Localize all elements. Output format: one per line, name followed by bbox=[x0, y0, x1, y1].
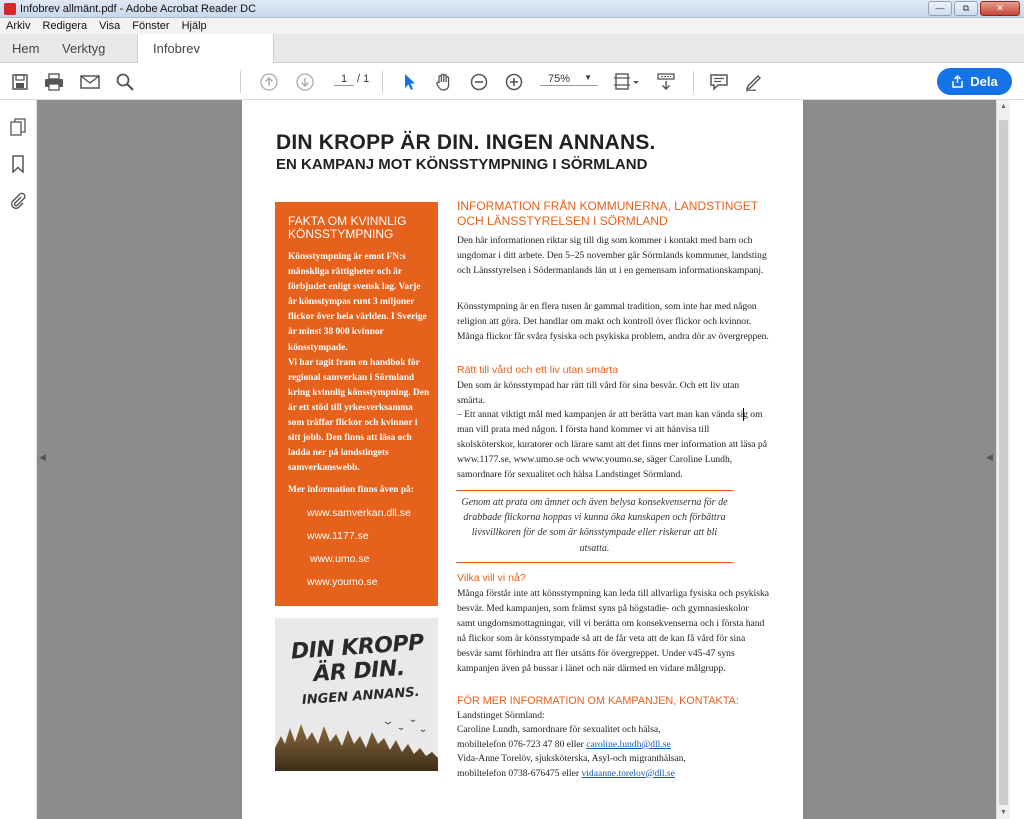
minimize-button[interactable]: — bbox=[928, 1, 952, 16]
contact-heading: FÖR MER INFORMATION OM KAMPANJEN, KONTAK… bbox=[457, 695, 739, 707]
scroll-up-icon[interactable]: ▲ bbox=[1000, 103, 1007, 110]
menu-redigera[interactable]: Redigera bbox=[42, 20, 87, 32]
document-subtitle: EN KAMPANJ MOT KÖNSSTYMPNING I SÖRMLAND bbox=[276, 156, 648, 173]
contact-1-phone-line: mobiltelefon 076-723 47 80 eller carolin… bbox=[457, 738, 671, 750]
search-icon[interactable] bbox=[115, 72, 135, 92]
menu-bar: Arkiv Redigera Visa Fönster Hjälp bbox=[0, 18, 1024, 34]
contact-org: Landstinget Sörmland: bbox=[457, 710, 545, 721]
vertical-scrollbar[interactable]: ▲ ▼ bbox=[996, 100, 1010, 819]
menu-fonster[interactable]: Fönster bbox=[132, 20, 169, 32]
share-label: Dela bbox=[970, 74, 998, 89]
facts-paragraph-2: Vi har tagit fram en handbok för regiona… bbox=[288, 357, 430, 474]
campaign-poster-image: DIN KROPP ÄR DIN. INGEN ANNANS. bbox=[275, 618, 438, 771]
zoom-in-icon[interactable] bbox=[504, 72, 524, 92]
comment-icon[interactable] bbox=[709, 72, 729, 92]
zoom-level-select[interactable]: 75% ▼ bbox=[540, 73, 598, 86]
right-pane-strip bbox=[1010, 100, 1024, 819]
collapse-right-pane-icon[interactable]: ◀ bbox=[986, 452, 993, 463]
menu-hjalp[interactable]: Hjälp bbox=[182, 20, 207, 32]
link-youmo[interactable]: www.youmo.se bbox=[307, 576, 378, 588]
page-fit-icon[interactable] bbox=[612, 72, 640, 92]
contact-1-name: Caroline Lundh, samordnare för sexualite… bbox=[457, 724, 661, 736]
rights-heading: Rätt till vård och ett liv utan smärta bbox=[457, 364, 619, 376]
goal-heading: Vilka vill vi nå? bbox=[457, 572, 526, 584]
window-controls: — ⧉ ✕ bbox=[928, 1, 1020, 16]
facts-box: FAKTA OM KVINNLIG KÖNSSTYMPNING Könsstym… bbox=[275, 202, 438, 606]
toolbar-separator bbox=[382, 71, 383, 93]
acrobat-app-icon bbox=[4, 2, 16, 15]
info-paragraph-1: Den här informationen riktar sig till di… bbox=[457, 235, 767, 276]
link-1177[interactable]: www.1177.se bbox=[307, 530, 369, 542]
tab-home[interactable]: Hem bbox=[12, 34, 39, 63]
sign-pen-icon[interactable] bbox=[744, 72, 764, 92]
contact-2-phone-line: mobiltelefon 0738-676475 eller vidaanne.… bbox=[457, 767, 675, 779]
save-icon[interactable] bbox=[10, 72, 30, 92]
menu-arkiv[interactable]: Arkiv bbox=[6, 20, 30, 32]
hand-tool-icon[interactable] bbox=[434, 72, 454, 92]
menu-visa[interactable]: Visa bbox=[99, 20, 120, 32]
mail-icon[interactable] bbox=[80, 72, 100, 92]
scroll-mode-icon[interactable] bbox=[656, 72, 676, 92]
attachment-icon[interactable] bbox=[9, 192, 27, 210]
print-icon[interactable] bbox=[44, 72, 64, 92]
toolbar: 1 / 1 75% ▼ Dela bbox=[0, 63, 1024, 100]
page-down-icon[interactable] bbox=[295, 72, 315, 92]
info-paragraph-2: Könsstympning är en flera tusen år gamma… bbox=[457, 301, 769, 342]
facts-body: Könsstympning är emot FN:s mänskliga rät… bbox=[288, 250, 430, 476]
link-umo[interactable]: www.umo.se bbox=[310, 553, 370, 565]
collapse-left-pane-icon[interactable]: ◀ bbox=[39, 452, 46, 463]
pull-quote: Genom att prata om ämnet och även belysa… bbox=[456, 490, 733, 563]
restore-button[interactable]: ⧉ bbox=[954, 1, 978, 16]
facts-paragraph-1: Könsstympning är emot FN:s mänskliga rät… bbox=[288, 252, 427, 353]
page-up-icon[interactable] bbox=[259, 72, 279, 92]
info-heading: INFORMATION FRÅN KOMMUNERNA, LANDSTINGET… bbox=[457, 199, 758, 228]
document-title: DIN KROPP ÄR DIN. INGEN ANNANS. bbox=[276, 131, 656, 154]
toolbar-separator bbox=[240, 71, 241, 93]
share-icon bbox=[952, 75, 964, 88]
tab-tools[interactable]: Verktyg bbox=[62, 34, 105, 63]
contact-block: Landstinget Sörmland: Caroline Lundh, sa… bbox=[457, 709, 777, 781]
select-cursor-icon[interactable] bbox=[399, 72, 419, 92]
share-button[interactable]: Dela bbox=[937, 68, 1012, 95]
text-cursor bbox=[743, 408, 744, 421]
navigation-pane bbox=[0, 100, 37, 819]
bookmark-icon[interactable] bbox=[9, 155, 27, 174]
zoom-out-icon[interactable] bbox=[469, 72, 489, 92]
goal-paragraph: Många förstår inte att könsstympning kan… bbox=[457, 588, 769, 674]
chevron-down-icon: ▼ bbox=[584, 73, 592, 82]
page-thumbnails-icon[interactable] bbox=[9, 118, 27, 136]
scroll-down-icon[interactable]: ▼ bbox=[1000, 809, 1007, 816]
contact-1-email-link[interactable]: caroline.lundh@dll.se bbox=[586, 739, 671, 750]
facts-heading: FAKTA OM KVINNLIG KÖNSSTYMPNING bbox=[288, 214, 407, 241]
page-total: / 1 bbox=[357, 73, 370, 85]
contact-2-name: Vida-Anne Torelöv, sjuksköterska, Asyl-o… bbox=[457, 753, 686, 765]
rights-paragraph-1: Den som är könsstympad har rätt till vår… bbox=[457, 380, 740, 406]
contact-2-email-link[interactable]: vidaanne.torelov@dll.se bbox=[581, 768, 675, 779]
toolbar-separator bbox=[693, 71, 694, 93]
rights-paragraph-2: – Ett annat viktigt mål med kampanjen är… bbox=[457, 409, 767, 480]
tab-document[interactable]: Infobrev allmänt.pdf× bbox=[137, 34, 274, 85]
zoom-level-value: 75% bbox=[548, 73, 571, 85]
link-samverkan[interactable]: www.samverkan.dll.se bbox=[307, 507, 411, 519]
poster-text: DIN KROPP ÄR DIN. INGEN ANNANS. bbox=[290, 630, 425, 709]
window-titlebar: Infobrev allmänt.pdf - Adobe Acrobat Rea… bbox=[0, 0, 1024, 18]
facts-more-info: Mer information finns även på: bbox=[288, 485, 414, 495]
close-window-button[interactable]: ✕ bbox=[980, 1, 1020, 16]
scrollbar-thumb[interactable] bbox=[999, 120, 1008, 805]
forest-silhouette bbox=[275, 719, 438, 771]
window-title: Infobrev allmänt.pdf - Adobe Acrobat Rea… bbox=[20, 2, 257, 15]
tab-bar: Hem Verktyg Infobrev allmänt.pdf× bbox=[0, 34, 1024, 85]
page-number-input[interactable]: 1 bbox=[334, 73, 354, 86]
